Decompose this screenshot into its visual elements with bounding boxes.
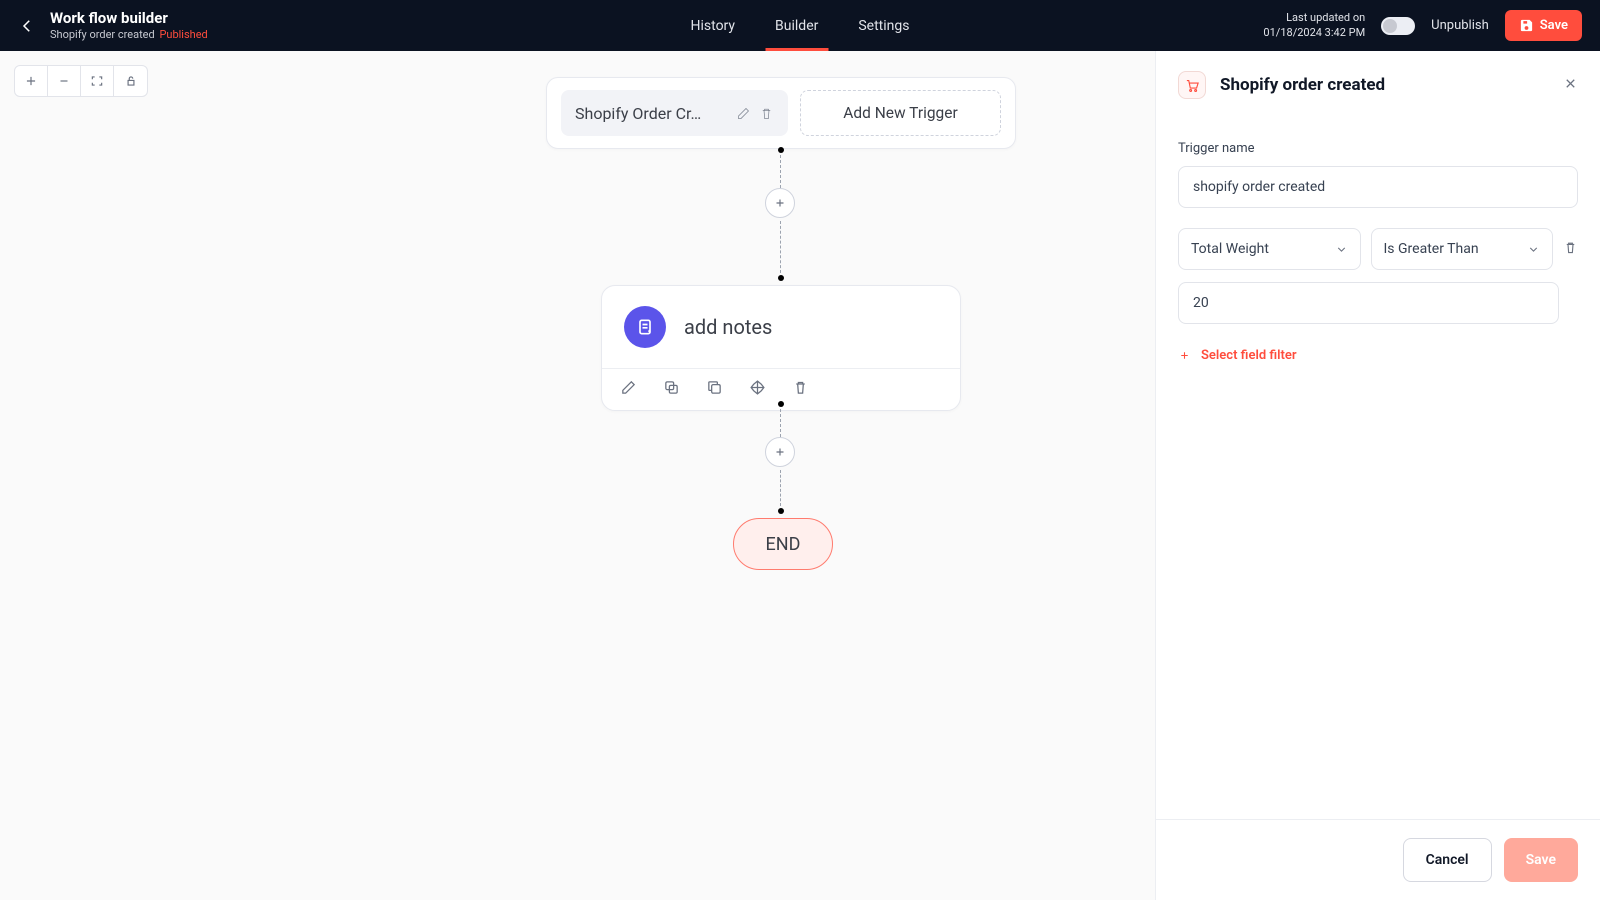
publish-toggle[interactable] (1381, 17, 1415, 35)
page-subtitle: Shopify order created (50, 28, 155, 41)
notes-icon (624, 306, 666, 348)
edit-icon[interactable] (620, 379, 637, 400)
panel-save-button[interactable]: Save (1504, 838, 1578, 882)
status-badge: Published (159, 28, 207, 41)
trash-icon[interactable] (759, 106, 774, 121)
connector-dot (778, 275, 784, 281)
lock-button[interactable] (114, 66, 147, 96)
trigger-name-input[interactable] (1178, 166, 1578, 208)
add-trigger-button[interactable]: Add New Trigger (800, 90, 1001, 136)
move-icon[interactable] (749, 379, 766, 400)
edit-icon[interactable] (736, 106, 751, 121)
zoom-out-button[interactable] (48, 66, 81, 96)
add-step-button[interactable] (765, 188, 795, 218)
canvas-toolbar (14, 65, 148, 97)
operator-select[interactable]: Is Greater Than (1371, 228, 1554, 270)
cart-icon (1178, 71, 1206, 99)
last-updated: Last updated on 01/18/2024 3:42 PM (1263, 11, 1365, 40)
copy-icon[interactable] (663, 379, 680, 400)
field-select[interactable]: Total Weight (1178, 228, 1361, 270)
trigger-label: Shopify Order Cr… (575, 104, 728, 123)
delete-condition-button[interactable] (1563, 240, 1578, 259)
save-button[interactable]: Save (1505, 10, 1582, 41)
connector-dot (778, 147, 784, 153)
connector-line (780, 221, 781, 273)
cancel-button[interactable]: Cancel (1403, 838, 1492, 882)
trash-icon[interactable] (792, 379, 809, 400)
tab-history[interactable]: History (691, 0, 736, 51)
page-title: Work flow builder (50, 9, 208, 28)
trigger-node[interactable]: Shopify Order Cr… Add New Trigger (546, 77, 1016, 149)
connector-dot (778, 508, 784, 514)
connector-line (780, 470, 781, 506)
tab-settings[interactable]: Settings (858, 0, 909, 51)
panel-title: Shopify order created (1220, 75, 1549, 95)
duplicate-icon[interactable] (706, 379, 723, 400)
back-button[interactable] (18, 17, 36, 35)
unpublish-label: Unpublish (1431, 18, 1489, 33)
tab-builder[interactable]: Builder (775, 0, 818, 51)
connector-line (780, 155, 781, 188)
add-step-button[interactable] (765, 437, 795, 467)
trigger-chip[interactable]: Shopify Order Cr… (561, 90, 788, 136)
zoom-in-button[interactable] (15, 66, 48, 96)
chevron-down-icon (1335, 243, 1348, 256)
fit-screen-button[interactable] (81, 66, 114, 96)
action-label: add notes (684, 315, 772, 339)
connector-dot (778, 401, 784, 407)
chevron-down-icon (1527, 243, 1540, 256)
connector-line (780, 409, 781, 437)
trigger-name-label: Trigger name (1178, 141, 1578, 156)
action-node[interactable]: add notes (601, 285, 961, 411)
close-button[interactable] (1563, 76, 1578, 95)
end-node: END (733, 518, 833, 570)
page-title-block: Work flow builder Shopify order created … (50, 9, 208, 42)
add-filter-button[interactable]: Select field filter (1178, 348, 1578, 363)
config-panel: Shopify order created Trigger name Total… (1155, 51, 1600, 900)
condition-value-input[interactable] (1178, 282, 1559, 324)
